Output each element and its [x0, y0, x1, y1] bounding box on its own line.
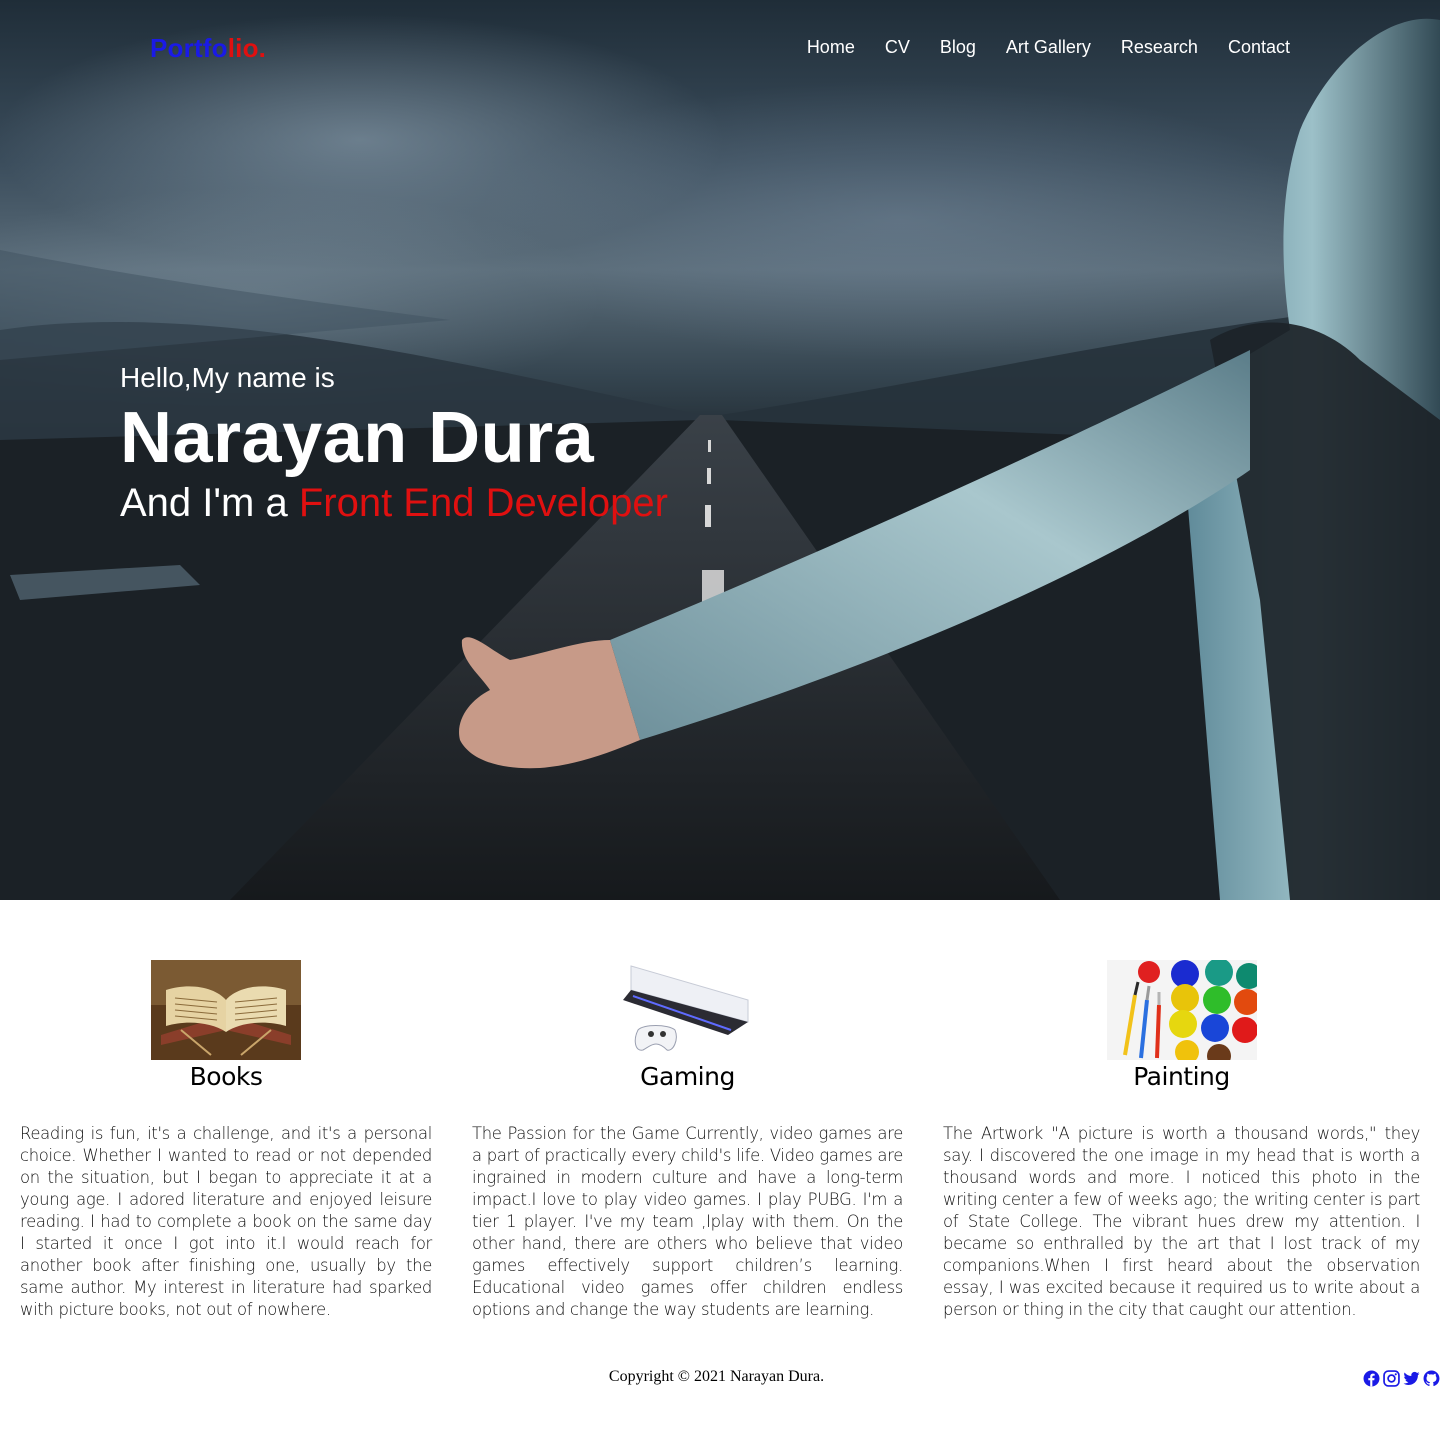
hero-banner: Portfolio. Home CV Blog Art Gallery Rese…	[0, 0, 1440, 900]
nav-item-cv[interactable]: CV	[885, 37, 910, 58]
hero-role: And I'm a Front End Developer	[120, 478, 668, 528]
open-book-image	[151, 960, 301, 1060]
copyright-text: Copyright © 2021 Narayan Dura.	[608, 1368, 825, 1385]
hobby-title-painting: Painting	[1133, 1062, 1230, 1091]
site-logo[interactable]: Portfolio.	[150, 33, 266, 64]
nav-item-home[interactable]: Home	[807, 37, 855, 58]
nav-item-blog[interactable]: Blog	[940, 37, 976, 58]
hobby-text-gaming: The Passion for the Game Currently, vide…	[472, 1124, 903, 1319]
game-console-image	[612, 960, 763, 1060]
facebook-icon[interactable]	[1363, 1370, 1380, 1387]
hero-name: Narayan Dura	[120, 398, 595, 478]
hobby-card-painting: Painting The Artwork "A picture is worth…	[943, 960, 1420, 1321]
hobby-card-gaming: Gaming The Passion for the Game Currentl…	[472, 960, 903, 1321]
hero-intro: Hello,My name is Narayan Dura And I'm a …	[120, 360, 668, 528]
hobby-text-books: Reading is fun, it's a challenge, and it…	[20, 1124, 432, 1319]
hobby-title-books: Books	[189, 1062, 263, 1091]
github-icon[interactable]	[1423, 1370, 1440, 1387]
nav-item-research[interactable]: Research	[1121, 37, 1198, 58]
paint-palette-image	[1106, 960, 1257, 1060]
nav-item-art-gallery[interactable]: Art Gallery	[1006, 37, 1091, 58]
social-links	[1363, 1370, 1440, 1387]
main-navigation: Home CV Blog Art Gallery Research Contac…	[807, 37, 1290, 58]
nav-item-contact[interactable]: Contact	[1228, 37, 1290, 58]
hero-role-prefix: And I'm a	[120, 481, 299, 525]
hobby-title-gaming: Gaming	[640, 1062, 735, 1091]
hero-role-highlight: Front End Developer	[298, 481, 668, 525]
hobby-card-books: Books Reading is fun, it's a challenge, …	[20, 960, 432, 1321]
instagram-icon[interactable]	[1383, 1370, 1400, 1387]
hobby-text-painting: The Artwork "A picture is worth a thousa…	[943, 1124, 1420, 1319]
logo-accent-text: lio.	[227, 33, 267, 63]
hero-greeting: Hello,My name is	[120, 362, 335, 393]
logo-primary-text: Portfo	[150, 33, 228, 63]
twitter-icon[interactable]	[1403, 1370, 1420, 1387]
